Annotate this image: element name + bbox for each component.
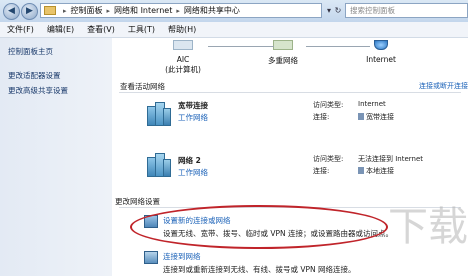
- back-arrow-icon: ◀: [8, 6, 15, 16]
- breadcrumb-network-internet[interactable]: 网络和 Internet: [114, 5, 172, 16]
- internet-label: Internet: [366, 55, 396, 64]
- menu-edit[interactable]: 编辑(E): [47, 24, 74, 35]
- forward-button[interactable]: ▶: [21, 3, 38, 20]
- access-type-label: 访问类型:: [313, 155, 344, 163]
- navigation-bar: ◀ ▶ ▸ 控制面板 ▸ 网络和 Internet ▸ 网络和共享中心 ▾ ↻ …: [0, 0, 468, 23]
- map-node-multi-network[interactable]: 多重网络: [253, 40, 313, 66]
- network-bench-icon: [147, 100, 171, 126]
- breadcrumb-control-panel[interactable]: 控制面板: [71, 5, 103, 16]
- network-bench-icon: [147, 151, 171, 177]
- sidebar-item-change-adapter-settings[interactable]: 更改适配器设置: [8, 70, 61, 81]
- connection-name: 宽带连接: [366, 113, 394, 121]
- access-type-value: 无法连接到 Internet: [358, 155, 424, 163]
- access-type-label: 访问类型:: [313, 101, 344, 109]
- back-button[interactable]: ◀: [3, 3, 20, 20]
- broadband-connection-icon: [358, 113, 364, 120]
- menu-view[interactable]: 查看(V): [87, 24, 115, 35]
- local-connection-icon: [358, 167, 364, 174]
- connect-disconnect-link[interactable]: 连接或断开连接: [419, 81, 468, 91]
- network-type-link[interactable]: 工作网络: [178, 167, 208, 178]
- multi-network-label: 多重网络: [268, 56, 298, 65]
- forward-arrow-icon: ▶: [26, 6, 33, 16]
- globe-icon: [374, 40, 388, 50]
- change-settings-heading: 更改网络设置: [115, 197, 160, 206]
- connect-to-network-link[interactable]: 连接到网络: [163, 251, 201, 262]
- map-connector: [306, 46, 370, 47]
- sidebar-item-advanced-sharing[interactable]: 更改高级共享设置: [8, 85, 68, 96]
- refresh-button[interactable]: ↻: [331, 4, 345, 17]
- connection-link[interactable]: 本地连接: [358, 166, 394, 176]
- computer-icon: [173, 40, 193, 50]
- breadcrumb-separator: ▸: [106, 6, 111, 15]
- breadcrumb-network-sharing-center[interactable]: 网络和共享中心: [184, 5, 240, 16]
- network-bench-icon: [273, 40, 293, 50]
- access-type-value: Internet: [358, 100, 386, 108]
- highlight-ellipse: [130, 205, 388, 249]
- connection-link[interactable]: 宽带连接: [358, 112, 394, 122]
- map-node-internet[interactable]: Internet: [351, 40, 411, 64]
- connection-name: 本地连接: [366, 167, 394, 175]
- map-connector: [208, 46, 274, 47]
- refresh-icon: ↻: [334, 6, 342, 15]
- address-bar[interactable]: ▸ 控制面板 ▸ 网络和 Internet ▸ 网络和共享中心: [40, 3, 322, 18]
- control-panel-icon: [44, 6, 56, 15]
- connection-label: 连接:: [313, 167, 330, 175]
- network-name: 网络 2: [178, 156, 201, 165]
- menu-bar: 文件(F) 编辑(E) 查看(V) 工具(T) 帮助(H): [0, 22, 468, 38]
- breadcrumb-separator: ▸: [176, 6, 180, 15]
- menu-file[interactable]: 文件(F): [7, 24, 34, 35]
- search-input[interactable]: 搜索控制面板: [345, 3, 468, 18]
- breadcrumb-separator: ▸: [63, 6, 67, 15]
- network-name: 宽带连接: [178, 101, 208, 110]
- active-networks-heading: 查看活动网络: [120, 82, 165, 91]
- computer-sub: (此计算机): [165, 65, 201, 74]
- sidebar-item-control-panel-home[interactable]: 控制面板主页: [8, 46, 53, 57]
- sidebar: 控制面板主页 更改适配器设置 更改高级共享设置: [0, 38, 112, 276]
- connection-label: 连接:: [313, 113, 330, 121]
- network-type-link[interactable]: 工作网络: [178, 112, 208, 123]
- watermark: 下载: [388, 204, 468, 250]
- menu-help[interactable]: 帮助(H): [168, 24, 196, 35]
- computer-name: AIC: [176, 55, 190, 64]
- connect-network-icon: [144, 251, 158, 264]
- map-node-computer[interactable]: AIC (此计算机): [153, 40, 213, 75]
- menu-tools[interactable]: 工具(T): [128, 24, 155, 35]
- divider: [119, 92, 461, 93]
- connect-to-network-desc: 连接到或重新连接到无线、有线、拨号或 VPN 网络连接。: [163, 265, 356, 274]
